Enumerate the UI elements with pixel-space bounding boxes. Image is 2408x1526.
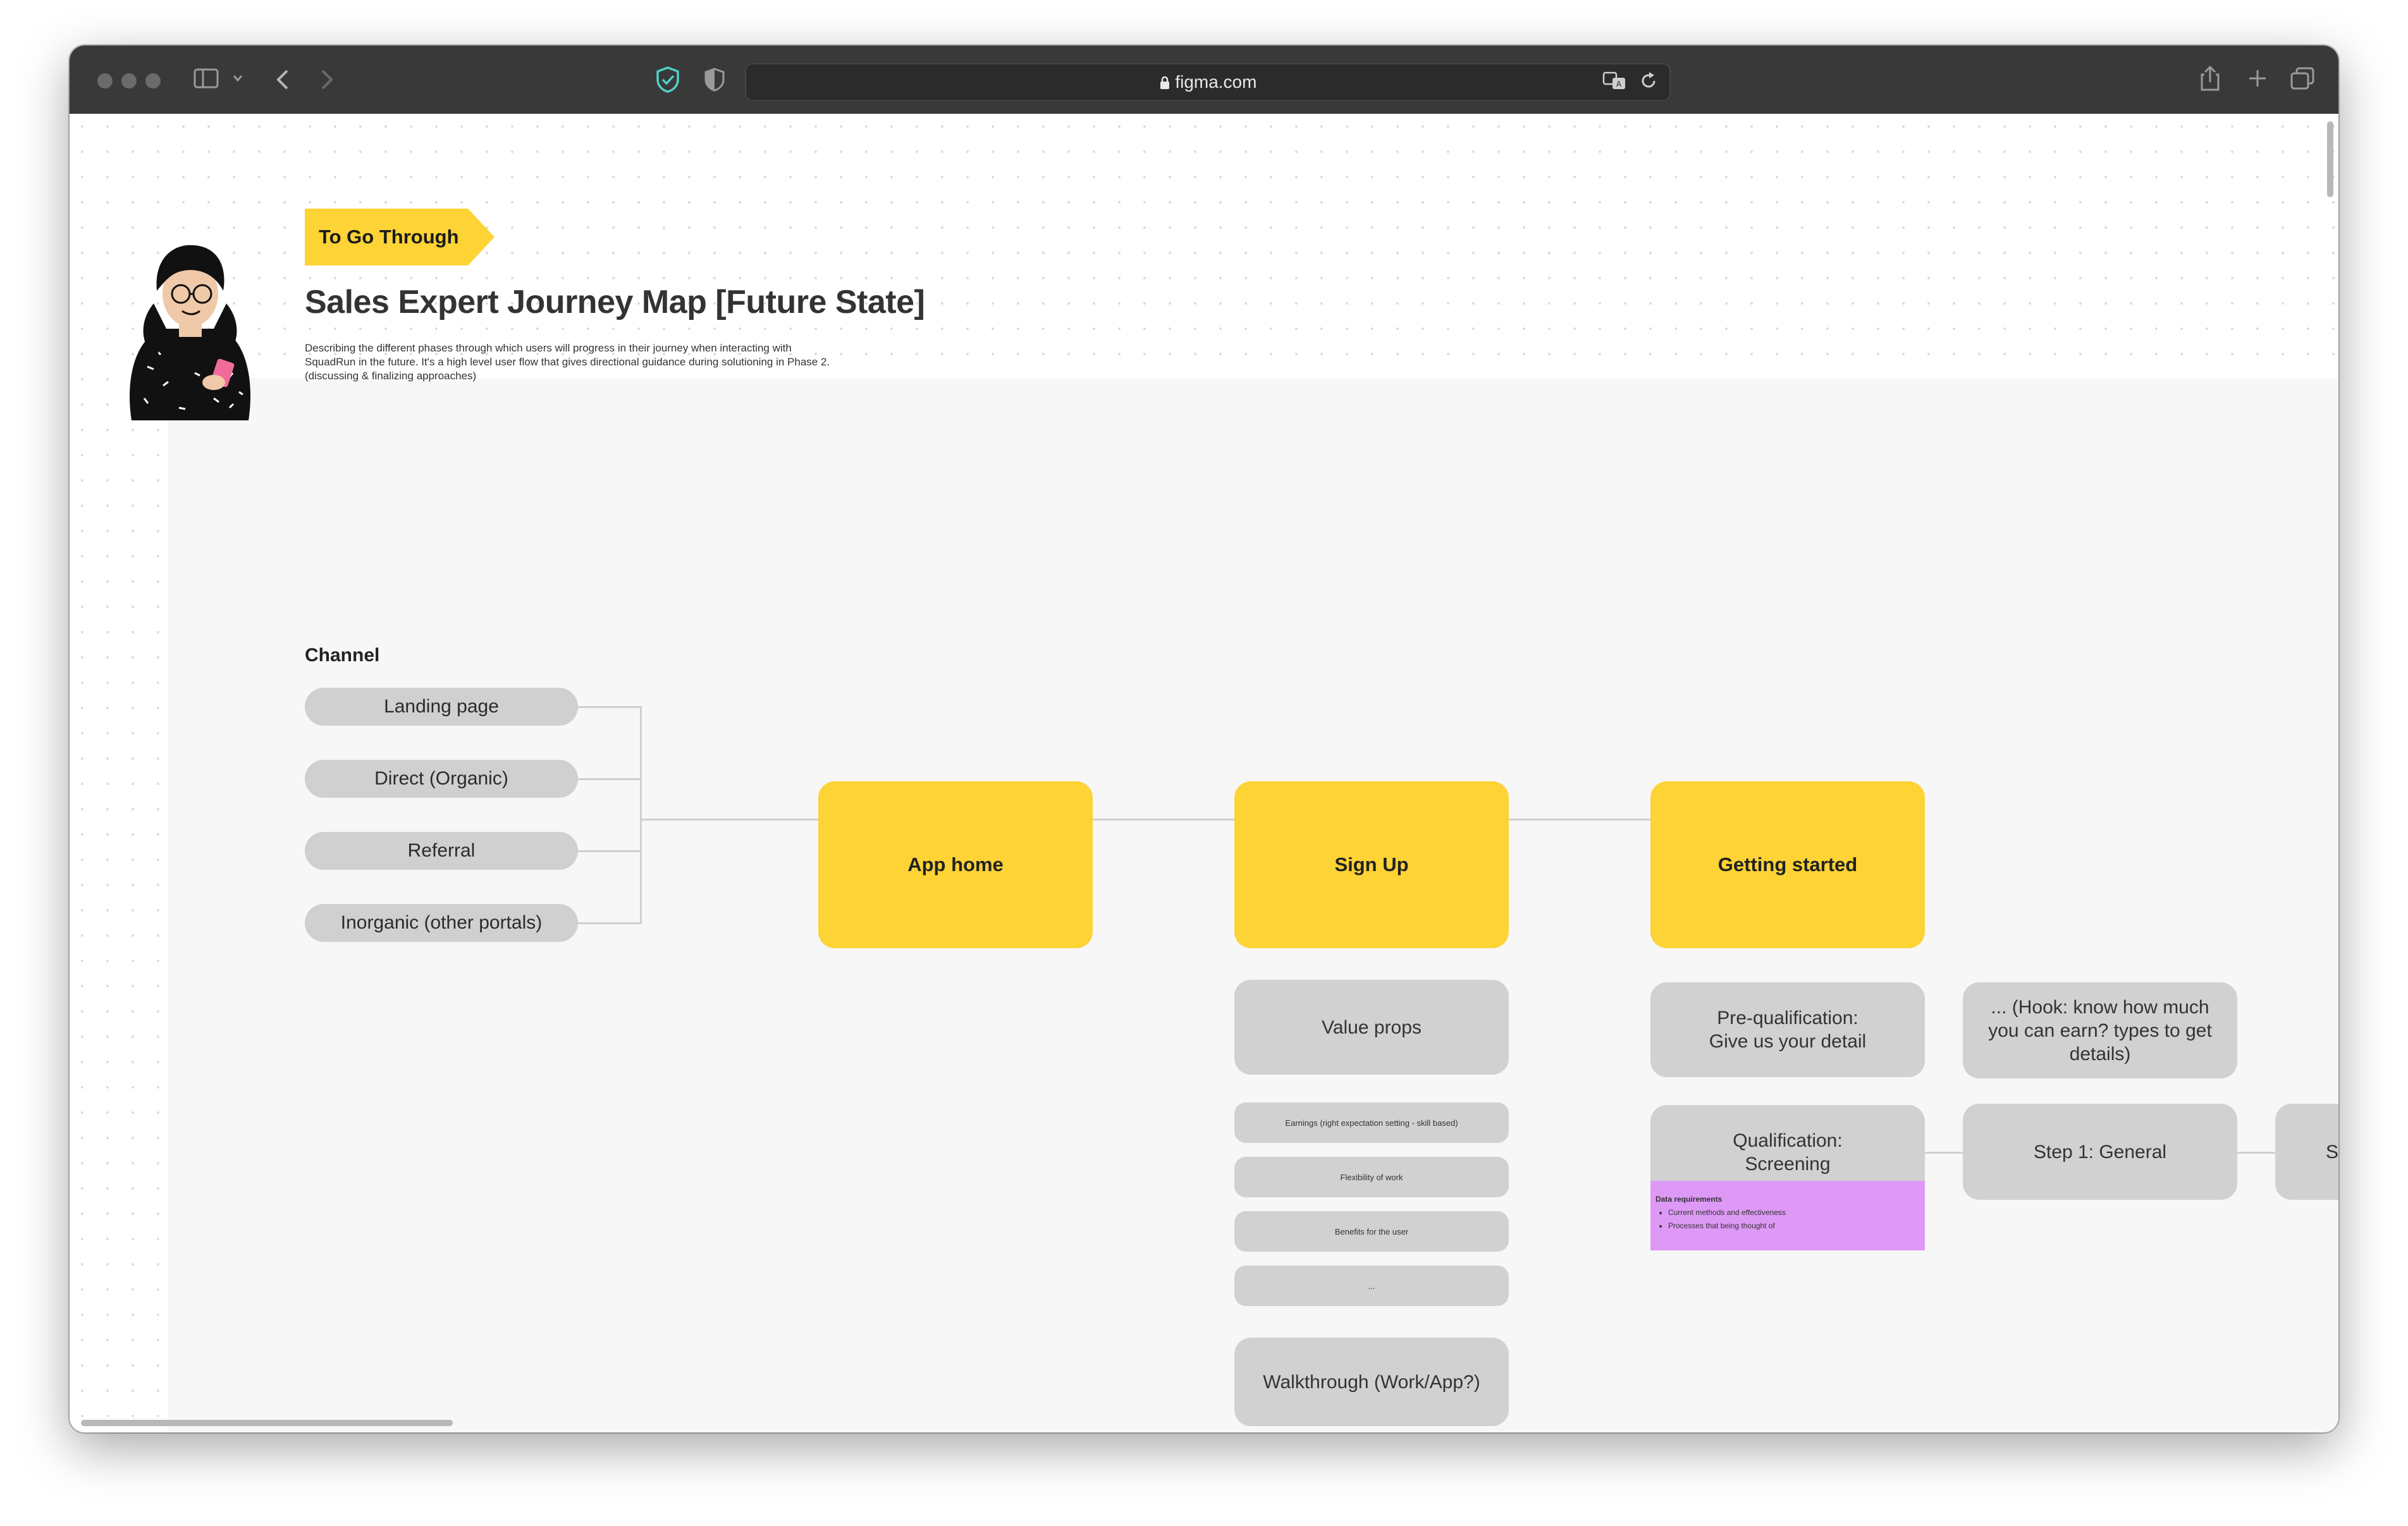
status-tag[interactable]: To Go Through [305, 209, 494, 266]
step-2-card-partial[interactable]: S [2275, 1104, 2338, 1200]
connector-line [1093, 819, 1234, 821]
share-icon[interactable] [2199, 64, 2221, 95]
description-line: (discussing & finalizing approaches) [305, 370, 477, 382]
new-tab-icon[interactable] [2247, 68, 2268, 91]
prequalification-card[interactable]: Pre-qualification: Give us your detail [1650, 982, 1925, 1077]
connector-line [640, 819, 818, 821]
card-line: Pre-qualification: [1717, 1008, 1858, 1029]
browser-window: figma.com A To Go Through Sales Expert J… [70, 46, 2338, 1432]
card-line: you can earn? types to get [1988, 1020, 2212, 1041]
figma-canvas[interactable]: To Go Through Sales Expert Journey Map [… [70, 114, 2338, 1432]
connector-line [1925, 1152, 1963, 1154]
card-line: Screening [1745, 1154, 1831, 1175]
card-line: ... (Hook: know how much [1991, 996, 2209, 1018]
description-line: Describing the different phases through … [305, 342, 792, 354]
page-title[interactable]: Sales Expert Journey Map [Future State] [305, 283, 925, 321]
value-prop-earnings[interactable]: Earnings (right expectation setting - sk… [1234, 1102, 1509, 1143]
forward-icon[interactable] [320, 68, 334, 94]
svg-text:A: A [1616, 80, 1622, 89]
connector-line [640, 706, 642, 924]
sidebar-icon[interactable] [194, 67, 219, 92]
note-item: Current methods and effectiveness [1668, 1206, 1920, 1219]
value-prop-benefits[interactable]: Benefits for the user [1234, 1211, 1509, 1252]
note-title: Data requirements [1656, 1195, 1723, 1204]
connector-line [578, 706, 641, 708]
channel-inorganic[interactable]: Inorganic (other portals) [305, 904, 578, 942]
connector-line [578, 850, 641, 852]
connector-line [578, 922, 641, 924]
close-window-button[interactable] [97, 73, 113, 89]
channel-referral[interactable]: Referral [305, 832, 578, 870]
connector-line [578, 778, 641, 780]
card-line: details) [2069, 1043, 2131, 1065]
back-icon[interactable] [276, 68, 290, 94]
data-requirements-note[interactable]: Data requirements Current methods and ef… [1650, 1181, 1925, 1250]
step-1-card[interactable]: Step 1: General [1963, 1104, 2237, 1200]
card-line: Qualification: [1733, 1130, 1843, 1151]
horizontal-scrollbar[interactable] [81, 1420, 453, 1426]
tabs-overview-icon[interactable] [2290, 67, 2314, 92]
reload-icon[interactable] [1639, 71, 1658, 94]
privacy-shield-icon[interactable] [703, 67, 726, 95]
browser-toolbar: figma.com A [70, 46, 2338, 115]
value-prop-more[interactable]: ... [1234, 1266, 1509, 1306]
shield-check-icon[interactable] [655, 66, 680, 96]
value-prop-flexibility[interactable]: Flexibility of work [1234, 1157, 1509, 1197]
url-text: figma.com [1175, 72, 1257, 92]
vertical-scrollbar[interactable] [2327, 121, 2333, 197]
hook-card[interactable]: ... (Hook: know how much you can earn? t… [1963, 982, 2237, 1078]
value-props-card[interactable]: Value props [1234, 980, 1509, 1075]
lock-icon [1159, 72, 1176, 92]
description-line: SquadRun in the future. It's a high leve… [305, 356, 830, 368]
translate-icon[interactable]: A [1602, 71, 1626, 94]
zoom-window-button[interactable] [145, 73, 161, 89]
walkthrough-card[interactable]: Walkthrough (Work/App?) [1234, 1338, 1509, 1426]
stage-getting-started[interactable]: Getting started [1650, 781, 1925, 948]
channel-label[interactable]: Channel [305, 645, 379, 666]
stage-app-home[interactable]: App home [818, 781, 1093, 948]
connector-line [1509, 819, 1650, 821]
note-list: Current methods and effectiveness Proces… [1656, 1206, 1920, 1233]
card-line: Give us your detail [1709, 1031, 1867, 1052]
chevron-down-icon[interactable] [233, 73, 243, 85]
note-item: Processes that being thought of [1668, 1219, 1920, 1233]
minimize-window-button[interactable] [121, 73, 137, 89]
connector-line [2237, 1152, 2275, 1154]
channel-landing-page[interactable]: Landing page [305, 688, 578, 726]
address-bar[interactable]: figma.com A [745, 63, 1671, 101]
stage-sign-up[interactable]: Sign Up [1234, 781, 1509, 948]
avatar-illustration [119, 228, 264, 427]
channel-direct-organic[interactable]: Direct (Organic) [305, 760, 578, 798]
page-description[interactable]: Describing the different phases through … [305, 341, 937, 383]
